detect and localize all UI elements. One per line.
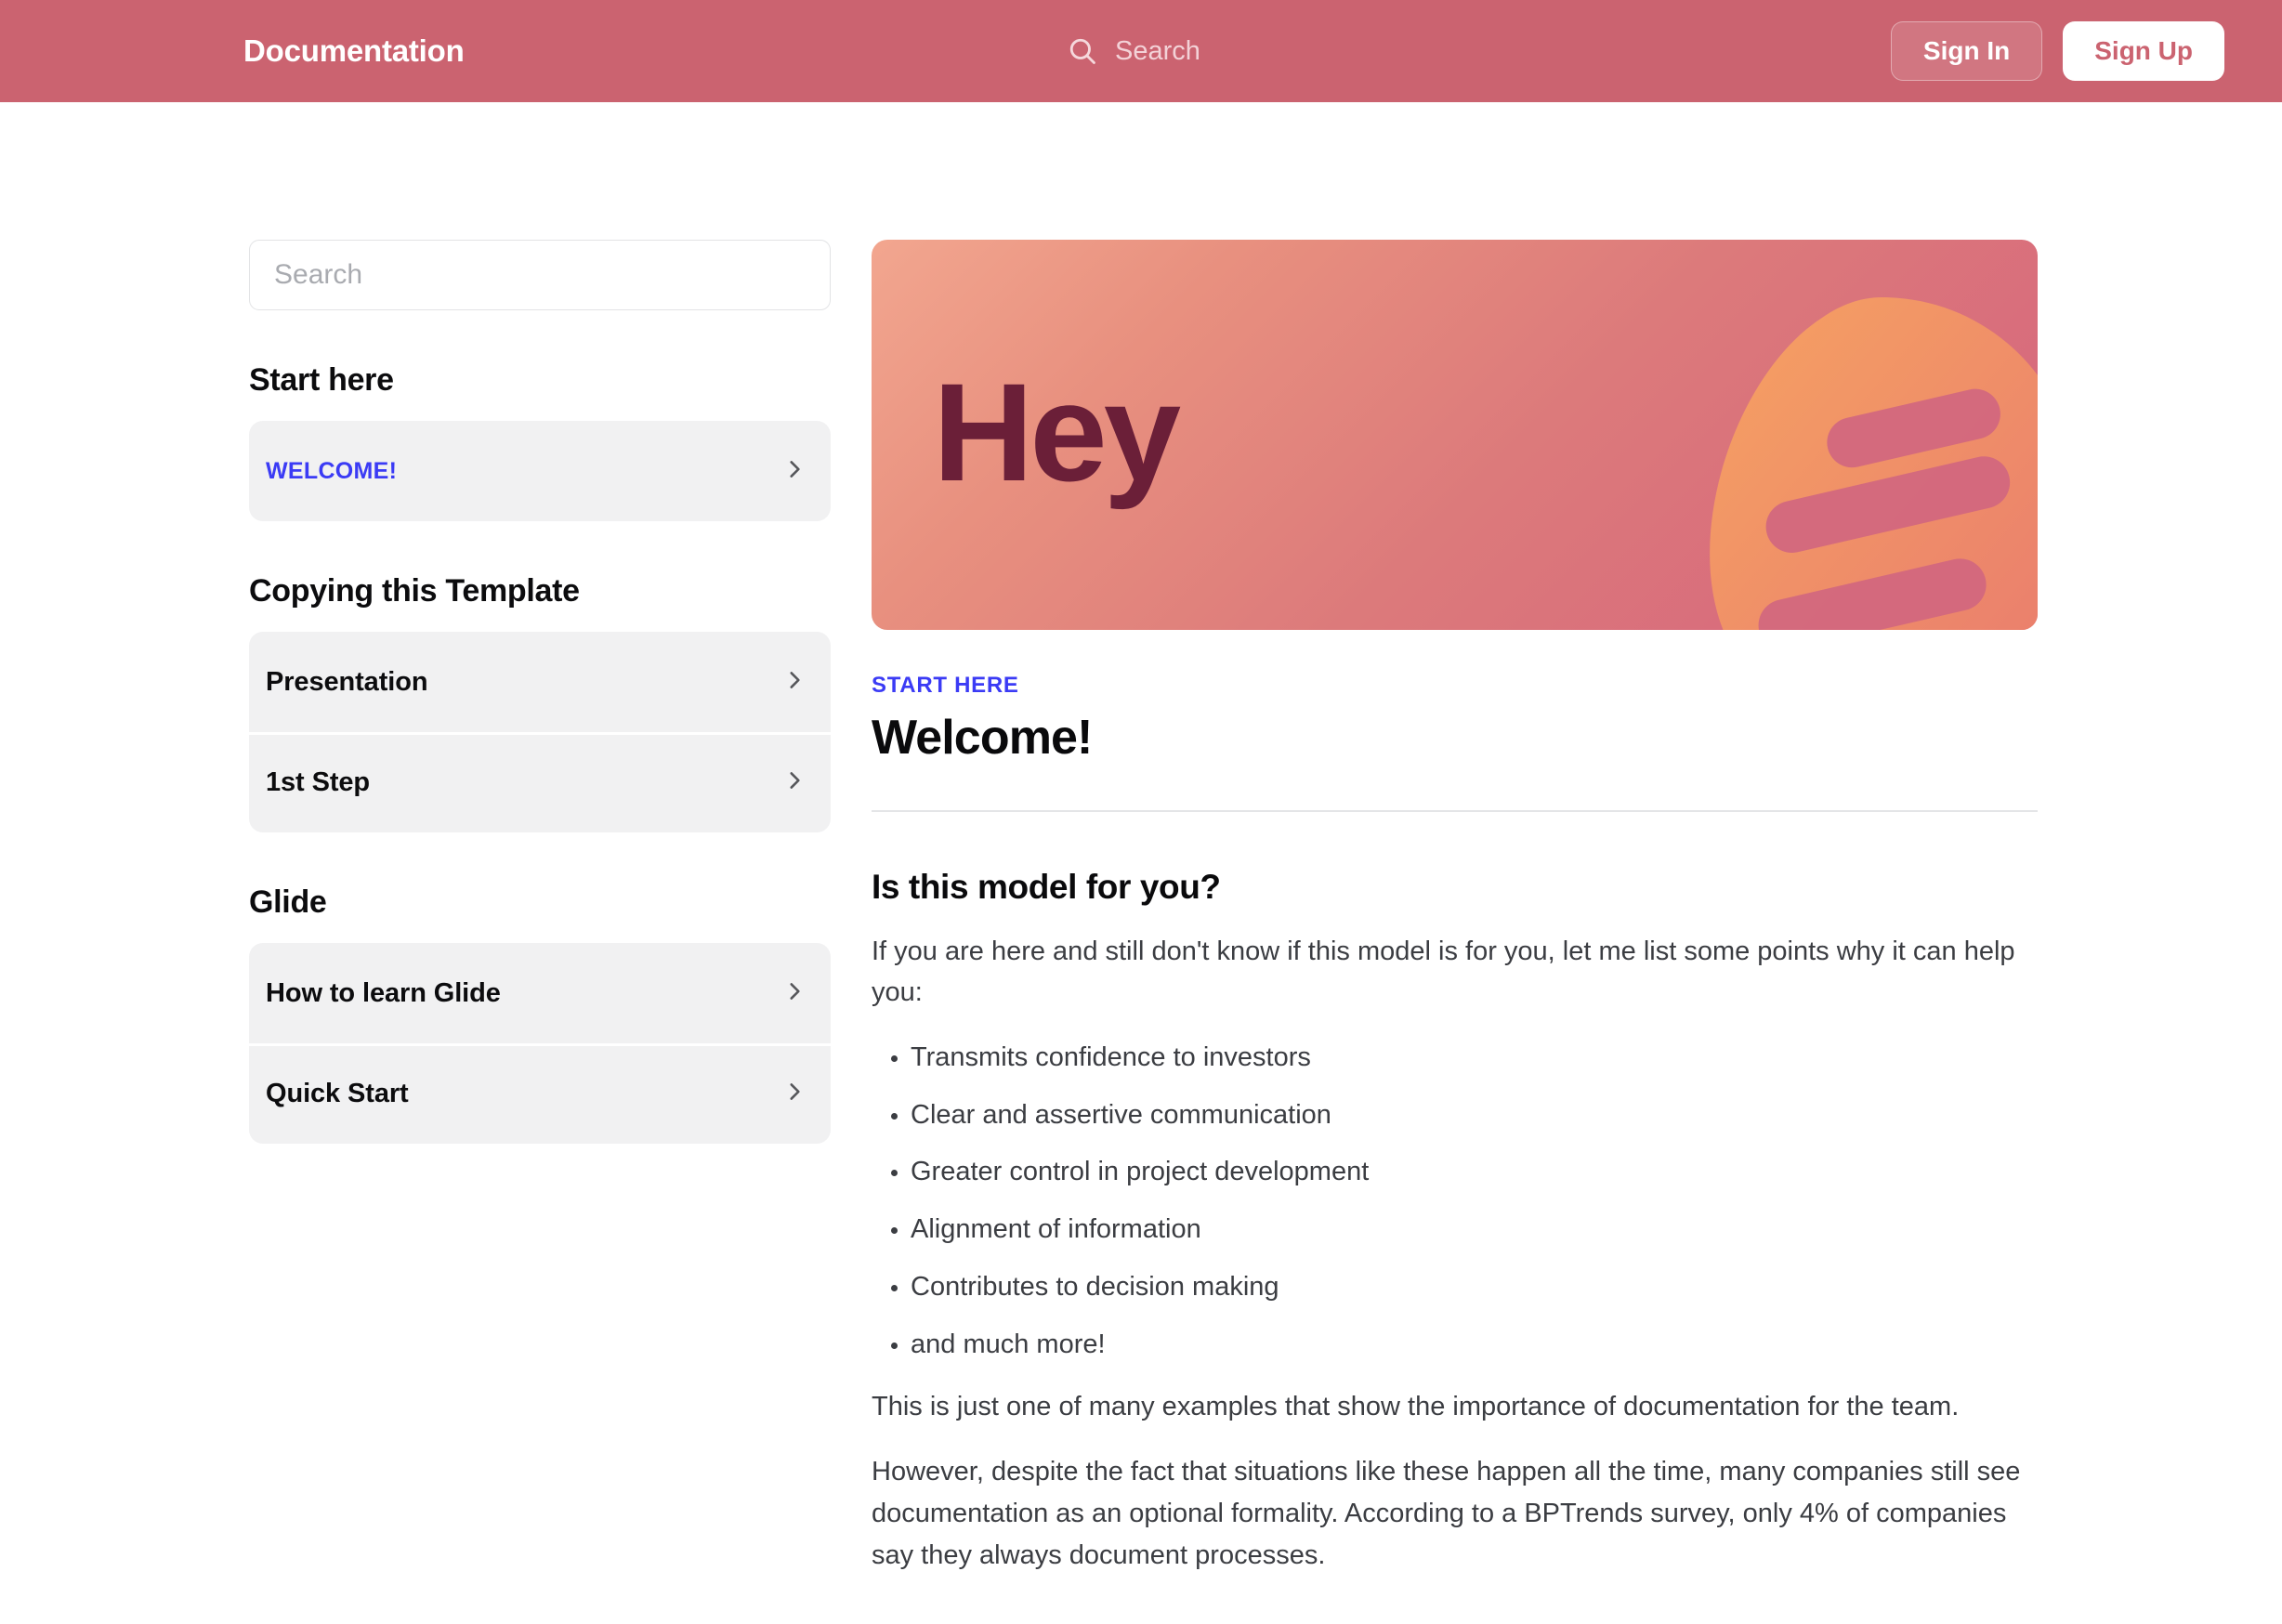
content-heading: Is this model for you? <box>872 867 1221 906</box>
brand-title: Documentation <box>243 33 465 68</box>
app-header: Documentation Search Sign In Sign Up <box>0 0 2282 102</box>
sidebar-search-input[interactable] <box>249 240 831 310</box>
benefits-list: Transmits confidence to investors Clear … <box>872 1041 2038 1361</box>
sidebar-item-label: Presentation <box>266 666 428 697</box>
sidebar-item-label: How to learn Glide <box>266 977 501 1008</box>
hero-banner: Hey <box>872 240 2038 630</box>
list-item: Contributes to decision making <box>911 1271 2038 1303</box>
list-item: and much more! <box>911 1329 2038 1361</box>
header-search[interactable]: Search <box>1067 35 1200 67</box>
content-paragraph-1: This is just one of many examples that s… <box>872 1391 1960 1421</box>
sidebar-item-label: WELCOME! <box>266 457 398 484</box>
list-item: Alignment of information <box>911 1213 2038 1246</box>
page-title: Welcome! <box>872 711 1093 765</box>
sidebar-item-how-to-learn-glide[interactable]: How to learn Glide <box>249 943 831 1043</box>
sign-up-button[interactable]: Sign Up <box>2063 21 2224 81</box>
sidebar-section-title-copying-this-template: Copying this Template <box>249 573 580 609</box>
sidebar: Start here WELCOME! Copying this Templat… <box>249 240 831 1144</box>
sidebar-group-start-here: WELCOME! <box>249 421 831 521</box>
auth-actions: Sign In Sign Up <box>1890 21 2224 81</box>
search-icon <box>1067 35 1098 67</box>
chevron-right-icon <box>782 1080 807 1108</box>
hero-decorative-artwork <box>1649 292 2038 630</box>
main-content: Hey START HERE Welcome! Is this model fo… <box>872 240 2038 1576</box>
chevron-right-icon <box>782 457 807 486</box>
header-search-label: Search <box>1115 35 1200 66</box>
sign-in-button[interactable]: Sign In <box>1890 21 2043 81</box>
chevron-right-icon <box>782 668 807 697</box>
sidebar-item-label: 1st Step <box>266 766 371 797</box>
hero-headline: Hey <box>933 354 1181 510</box>
sidebar-item-quick-start[interactable]: Quick Start <box>249 1043 831 1144</box>
sidebar-item-1st-step[interactable]: 1st Step <box>249 732 831 832</box>
list-item: Clear and assertive communication <box>911 1099 2038 1132</box>
sidebar-group-glide: How to learn Glide Quick Start <box>249 943 831 1144</box>
title-divider <box>872 810 2038 812</box>
list-item: Transmits confidence to investors <box>911 1041 2038 1074</box>
content-intro-paragraph: If you are here and still don't know if … <box>872 936 2015 1008</box>
sidebar-item-welcome[interactable]: WELCOME! <box>249 421 831 521</box>
sidebar-section-title-glide: Glide <box>249 884 327 920</box>
sidebar-group-copying-this-template: Presentation 1st Step <box>249 632 831 832</box>
list-item: Greater control in project development <box>911 1156 2038 1188</box>
chevron-right-icon <box>782 768 807 797</box>
sidebar-section-title-start-here: Start here <box>249 362 394 398</box>
chevron-right-icon <box>782 979 807 1008</box>
content-paragraph-2: However, despite the fact that situation… <box>872 1457 2021 1570</box>
page-shell: Start here WELCOME! Copying this Templat… <box>0 102 2282 1576</box>
sidebar-item-presentation[interactable]: Presentation <box>249 632 831 732</box>
breadcrumb-eyebrow[interactable]: START HERE <box>872 673 2038 699</box>
sidebar-item-label: Quick Start <box>266 1078 409 1108</box>
